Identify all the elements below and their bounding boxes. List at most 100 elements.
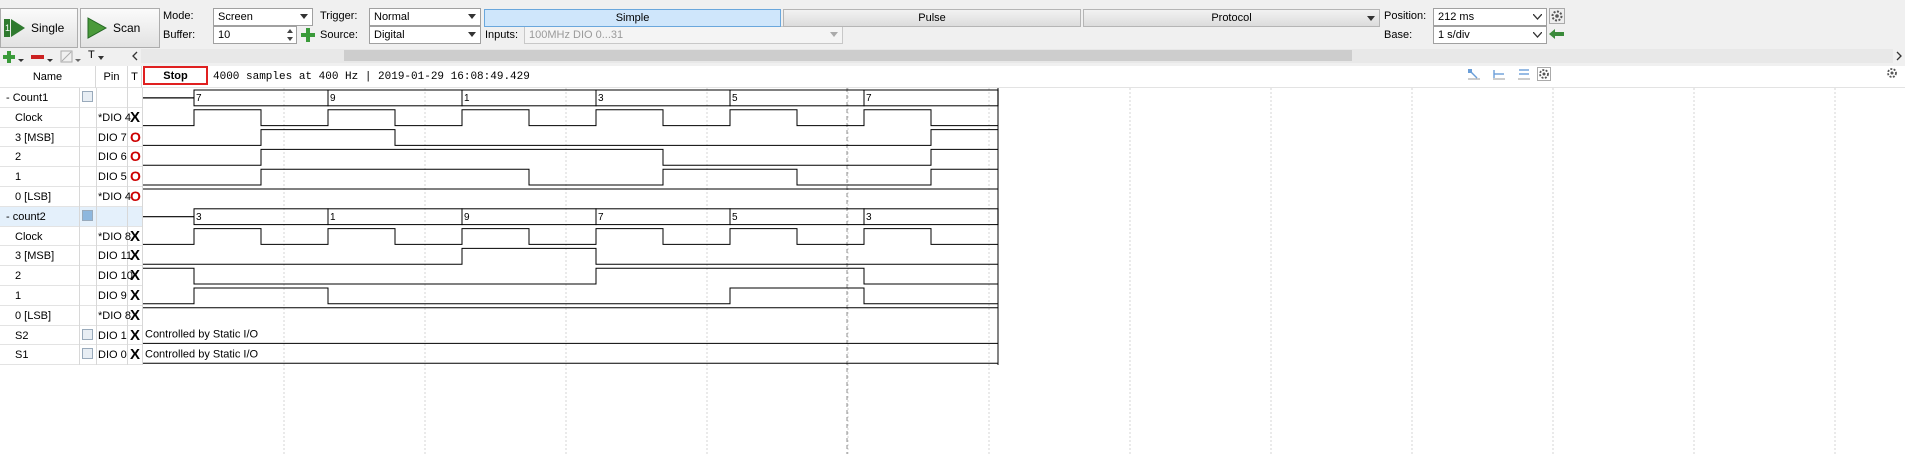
trigger-condition[interactable]: O bbox=[128, 127, 143, 148]
channel-name[interactable]: 0 [LSB] bbox=[0, 305, 80, 326]
trigger-condition[interactable]: X bbox=[128, 305, 143, 326]
channel-row[interactable]: 0 [LSB] *DIO 8X bbox=[0, 305, 143, 326]
base-back-button[interactable] bbox=[1549, 27, 1565, 41]
channel-name[interactable]: - Count1 bbox=[0, 88, 80, 108]
channel-pin[interactable] bbox=[96, 88, 128, 108]
channel-pin[interactable]: DIO 6 bbox=[96, 147, 128, 168]
inputs-value: 100MHz DIO 0...31 bbox=[529, 29, 624, 41]
channel-pin[interactable]: DIO 0 bbox=[96, 345, 128, 366]
channel-group-row[interactable]: - count2 bbox=[0, 206, 143, 227]
tab-protocol[interactable]: Protocol bbox=[1083, 9, 1380, 27]
channel-group-row[interactable]: - Count1 bbox=[0, 88, 143, 108]
zoom-out-tool-icon[interactable] bbox=[1517, 68, 1531, 80]
trigger-select[interactable]: Normal bbox=[369, 8, 481, 26]
channel-pin[interactable]: *DIO 4 bbox=[96, 107, 131, 128]
channel-name[interactable]: 1 bbox=[0, 167, 80, 187]
channel-row[interactable]: S1 DIO 0X bbox=[0, 345, 143, 366]
spin-arrows-icon[interactable] bbox=[286, 28, 294, 42]
bus-value-label: 7 bbox=[196, 93, 202, 104]
scroll-left-icon[interactable] bbox=[131, 51, 139, 61]
channel-pin[interactable] bbox=[96, 206, 128, 227]
channel-pin[interactable]: DIO 11 bbox=[96, 246, 132, 267]
position-select[interactable]: 212 ms bbox=[1433, 8, 1547, 26]
scrollbar-thumb[interactable] bbox=[344, 50, 1352, 61]
channel-name[interactable]: 3 [MSB] bbox=[0, 246, 80, 267]
channel-row[interactable]: 2 DIO 6O bbox=[0, 147, 143, 168]
bus-segment bbox=[729, 208, 865, 226]
channel-name[interactable]: Clock bbox=[0, 226, 80, 247]
source-select[interactable]: Digital bbox=[369, 26, 481, 44]
channel-name[interactable]: 1 bbox=[0, 286, 80, 306]
remove-channel-button[interactable] bbox=[30, 50, 54, 64]
scan-button[interactable]: Scan bbox=[80, 8, 160, 48]
channel-name[interactable]: Clock bbox=[0, 107, 80, 128]
channel-pin[interactable]: *DIO 8 bbox=[96, 226, 131, 247]
trigger-condition[interactable]: X bbox=[128, 226, 143, 247]
chevron-down-icon bbox=[1533, 32, 1542, 38]
trigger-condition[interactable] bbox=[128, 206, 143, 227]
channel-name[interactable]: 0 [LSB] bbox=[0, 187, 80, 207]
tab-pulse[interactable]: Pulse bbox=[783, 9, 1081, 27]
trigger-condition[interactable]: O bbox=[128, 187, 143, 207]
view-settings-button[interactable] bbox=[1537, 67, 1551, 81]
trigger-condition[interactable]: X bbox=[128, 246, 143, 267]
channel-pin[interactable]: DIO 7 bbox=[96, 127, 128, 148]
trigger-condition[interactable]: X bbox=[128, 266, 143, 286]
channel-pin[interactable]: *DIO 4 bbox=[96, 187, 131, 207]
tab-simple[interactable]: Simple bbox=[484, 9, 781, 27]
name-column-header[interactable]: Name bbox=[0, 66, 96, 90]
channel-options-icon[interactable] bbox=[82, 328, 93, 340]
buffer-spinbox[interactable]: 10 bbox=[213, 26, 297, 44]
add-channel-button[interactable] bbox=[2, 50, 24, 64]
trigger-condition[interactable]: O bbox=[128, 167, 143, 187]
scan-label: Scan bbox=[113, 21, 141, 35]
channel-name[interactable]: 3 [MSB] bbox=[0, 127, 80, 148]
scroll-right-icon[interactable] bbox=[1895, 51, 1903, 61]
trigger-condition[interactable]: X bbox=[128, 286, 143, 306]
channel-row[interactable]: S2 DIO 1X bbox=[0, 325, 143, 346]
trigger-condition[interactable] bbox=[128, 88, 143, 108]
channel-row[interactable]: 3 [MSB] DIO 7O bbox=[0, 127, 143, 148]
channel-pin[interactable]: *DIO 8 bbox=[96, 305, 131, 326]
channel-row[interactable]: 0 [LSB] *DIO 4O bbox=[0, 187, 143, 207]
panel-gear-button[interactable] bbox=[1886, 67, 1900, 81]
channel-pin[interactable]: DIO 5 bbox=[96, 167, 128, 187]
trigger-condition[interactable]: X bbox=[128, 345, 143, 366]
mode-select[interactable]: Screen bbox=[213, 8, 313, 26]
channel-name[interactable]: - count2 bbox=[0, 206, 80, 227]
inputs-select[interactable]: 100MHz DIO 0...31 bbox=[524, 26, 843, 44]
base-select[interactable]: 1 s/div bbox=[1433, 26, 1547, 44]
add-buffer-icon[interactable] bbox=[301, 28, 315, 42]
channel-pin[interactable]: DIO 9 bbox=[96, 286, 128, 306]
channel-options-icon[interactable] bbox=[82, 209, 93, 221]
channel-row[interactable]: 3 [MSB] DIO 11 X bbox=[0, 246, 143, 267]
channel-name[interactable]: 2 bbox=[0, 147, 80, 168]
cursor-tool-icon[interactable] bbox=[1467, 68, 1481, 80]
text-tool-button[interactable]: T bbox=[88, 49, 108, 63]
channel-row[interactable]: 1 DIO 5O bbox=[0, 167, 143, 187]
horizontal-scrollbar[interactable] bbox=[141, 49, 1893, 63]
channel-name[interactable]: 2 bbox=[0, 266, 80, 286]
channel-row[interactable]: 2 DIO 10 X bbox=[0, 266, 143, 286]
t-column-header[interactable]: T bbox=[128, 66, 142, 90]
trigger-ignore-label: X bbox=[130, 346, 141, 364]
channel-name[interactable]: S1 bbox=[0, 345, 80, 366]
channel-name[interactable]: S2 bbox=[0, 325, 80, 346]
waveform-plot[interactable]: 7 9 1 3 5 7 3 1 9 7 5 3 Controlled by Static I/O Cont… bbox=[143, 88, 1905, 454]
settings-gear-button[interactable] bbox=[1549, 8, 1565, 24]
channel-pin[interactable]: DIO 1 bbox=[96, 325, 128, 346]
channel-row[interactable]: Clock *DIO 8X bbox=[0, 226, 143, 247]
channel-options-icon[interactable] bbox=[82, 348, 93, 360]
zoom-in-tool-icon[interactable] bbox=[1492, 68, 1506, 80]
trigger-condition[interactable]: X bbox=[128, 325, 143, 346]
single-button[interactable]: 1 Single bbox=[0, 8, 78, 48]
channel-row[interactable]: 1 DIO 9X bbox=[0, 286, 143, 306]
stop-button[interactable]: Stop bbox=[143, 66, 208, 85]
trigger-condition[interactable]: O bbox=[128, 147, 143, 168]
trigger-condition[interactable]: X bbox=[128, 107, 143, 128]
channel-options-icon[interactable] bbox=[82, 91, 93, 102]
pin-column-header[interactable]: Pin bbox=[96, 66, 128, 90]
edit-channel-button[interactable] bbox=[60, 50, 82, 64]
channel-row[interactable]: Clock *DIO 4X bbox=[0, 107, 143, 128]
channel-pin[interactable]: DIO 10 bbox=[96, 266, 133, 286]
